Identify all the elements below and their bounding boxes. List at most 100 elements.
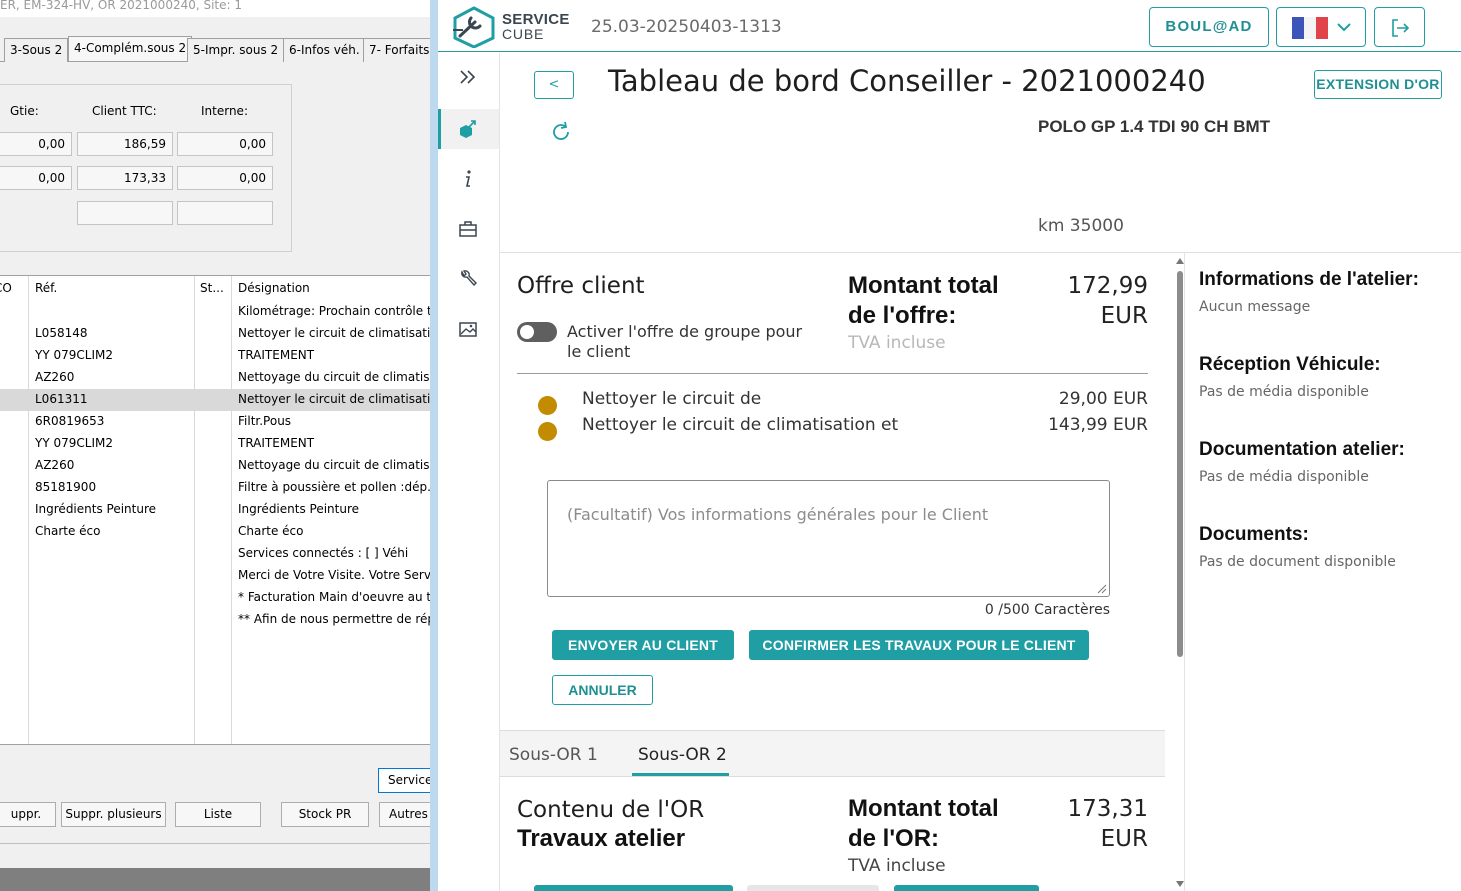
col-header-ref[interactable]: Réf.: [35, 281, 57, 295]
client-ttc-value-1[interactable]: 186,59: [77, 132, 173, 156]
or-total-label: Montant total de l'OR:: [848, 795, 999, 852]
table-row[interactable]: 6R0819653 Filtr.Pous: [0, 411, 430, 433]
vehicle-model: POLO GP 1.4 TDI 90 CH BMT: [1038, 117, 1271, 136]
table-row[interactable]: ** Afin de nous permettre de rép: [0, 609, 430, 631]
interne-value-1[interactable]: 0,00: [177, 132, 273, 156]
cell-ref: AZ260: [35, 370, 75, 384]
table-row-selected[interactable]: L061311 Nettoyer le circuit de climatisa…: [0, 389, 430, 411]
legacy-divider: [0, 843, 430, 844]
info-value-documents: Pas de document disponible: [1199, 554, 1396, 570]
table-row[interactable]: YY 079CLIM2 TRAITEMENT: [0, 345, 430, 367]
cell-designation: Nettoyer le circuit de climatisation: [238, 326, 430, 340]
send-to-client-button[interactable]: ENVOYER AU CLIENT: [552, 630, 734, 660]
sidebar-item-info[interactable]: [438, 159, 499, 199]
sidebar-item-media[interactable]: [438, 309, 499, 349]
resize-handle-icon[interactable]: [1097, 584, 1107, 594]
interne-value-3[interactable]: [177, 201, 273, 225]
table-row[interactable]: L058148 Nettoyer le circuit de climatisa…: [0, 323, 430, 345]
col-header-status[interactable]: St...: [200, 281, 224, 295]
cell-ref: 6R0819653: [35, 414, 105, 428]
or-action-button[interactable]: [534, 885, 733, 891]
table-row[interactable]: AZ260 Nettoyage du circuit de climatisat: [0, 455, 430, 477]
col-header-co[interactable]: CO: [0, 281, 12, 295]
legacy-tab-complem[interactable]: 4-Complém.sous 2: [68, 36, 193, 61]
extension-or-button[interactable]: EXTENSION D'OR: [1314, 70, 1442, 99]
scrollbar-thumb[interactable]: [1177, 271, 1183, 657]
sidebar-item-briefcase[interactable]: [438, 209, 499, 249]
sidebar-item-tools[interactable]: [438, 259, 499, 299]
textarea-placeholder: (Facultatif) Vos informations générales …: [567, 505, 989, 524]
col-header-designation[interactable]: Désignation: [238, 281, 310, 295]
cell-designation: Nettoyage du circuit de climatisat: [238, 370, 430, 384]
liste-button[interactable]: Liste: [175, 802, 261, 827]
info-icon: [466, 170, 471, 187]
app-sidebar: [438, 53, 500, 891]
legacy-tab-impr[interactable]: 5-Impr. sous 2: [187, 38, 285, 62]
table-row[interactable]: AZ260 Nettoyage du circuit de climatisat: [0, 367, 430, 389]
cancel-button[interactable]: ANNULER: [552, 675, 653, 705]
cell-designation: Nettoyer le circuit de climatisation: [238, 392, 430, 406]
gtie-value-2[interactable]: 0,00: [0, 166, 72, 190]
suppr-plusieurs-button[interactable]: Suppr. plusieurs: [61, 802, 166, 827]
offer-line-item[interactable]: Nettoyer le circuit de 29,00 EUR: [538, 389, 1148, 415]
legacy-window: ER, EM-324-HV, OR 2021000240, Site: 1 3-…: [0, 0, 430, 891]
stock-pr-button[interactable]: Stock PR: [281, 802, 369, 827]
table-row[interactable]: Ingrédients Peinture Ingrédients Peintur…: [0, 499, 430, 521]
cell-designation: * Facturation Main d'oeuvre au te: [238, 590, 430, 604]
cell-ref: AZ260: [35, 458, 75, 472]
table-row[interactable]: Services connectés : [ ] Véhi: [0, 543, 430, 565]
offre-total-label: Montant total de l'offre:: [848, 272, 999, 329]
character-counter: 0 /500 Caractères: [984, 602, 1110, 618]
table-row[interactable]: YY 079CLIM2 TRAITEMENT: [0, 433, 430, 455]
main-content: Offre client Montant total de l'offre: T…: [500, 253, 1183, 891]
confirm-work-button[interactable]: CONFIRMER LES TRAVAUX POUR LE CLIENT: [749, 630, 1089, 660]
or-action-button[interactable]: [894, 885, 1039, 891]
table-row[interactable]: 85181900 Filtre à poussière et pollen :d…: [0, 477, 430, 499]
suppr-button[interactable]: uppr.: [0, 802, 56, 827]
legacy-tab-forfaits[interactable]: 7- Forfaits: [363, 38, 430, 62]
cell-ref: L061311: [35, 392, 88, 406]
wrench-icon: [461, 270, 477, 287]
table-row[interactable]: Merci de Votre Visite. Votre Servi: [0, 565, 430, 587]
chevron-down-icon: [1337, 23, 1351, 32]
or-action-button[interactable]: [747, 885, 879, 891]
cell-designation: Merci de Votre Visite. Votre Servi: [238, 568, 430, 582]
back-button[interactable]: <: [534, 71, 574, 99]
tab-sous-or-1[interactable]: Sous-OR 1: [509, 745, 598, 765]
group-offer-toggle[interactable]: [517, 322, 557, 342]
table-row[interactable]: Kilométrage: Prochain contrôle te: [0, 301, 430, 323]
legacy-lines-grid[interactable]: CO Réf. St... Désignation Kilométrage: P…: [0, 275, 430, 745]
boulad-button[interactable]: BOUL@AD: [1149, 7, 1269, 47]
legacy-tab-infos[interactable]: 6-Infos véh.: [283, 38, 366, 62]
cell-ref: Ingrédients Peinture: [35, 502, 157, 516]
info-heading-documentation: Documentation atelier:: [1199, 439, 1405, 460]
table-row[interactable]: Charte éco Charte éco: [0, 521, 430, 543]
cell-designation: Nettoyage du circuit de climatisat: [238, 458, 430, 472]
legacy-title: ER, EM-324-HV, OR 2021000240, Site: 1: [0, 0, 430, 17]
refresh-icon[interactable]: [550, 121, 572, 143]
language-selector[interactable]: [1276, 7, 1366, 47]
interne-value-2[interactable]: 0,00: [177, 166, 273, 190]
autres-button[interactable]: Autres: [379, 802, 430, 827]
tab-sous-or-2[interactable]: Sous-OR 2: [638, 745, 727, 765]
logout-icon: [1392, 19, 1410, 37]
or-tva-note: TVA incluse: [848, 856, 946, 876]
offer-line-item[interactable]: Nettoyer le circuit de climatisation et …: [538, 415, 1148, 441]
info-value-documentation: Pas de média disponible: [1199, 469, 1369, 485]
logout-button[interactable]: [1374, 7, 1425, 47]
gtie-value-1[interactable]: 0,00: [0, 132, 72, 156]
client-message-textarea[interactable]: (Facultatif) Vos informations générales …: [547, 480, 1110, 597]
sub-or-tabs: Sous-OR 1 Sous-OR 2: [500, 730, 1165, 777]
sidebar-toggle[interactable]: [438, 57, 499, 97]
sidebar-item-dashboard[interactable]: [438, 109, 499, 149]
cell-designation: Ingrédients Peinture: [238, 502, 360, 516]
service-button[interactable]: Service: [378, 768, 430, 793]
client-ttc-value-2[interactable]: 173,33: [77, 166, 173, 190]
info-panel: Informations de l'atelier: Aucun message…: [1184, 253, 1461, 891]
legacy-status-bar: [0, 868, 430, 891]
legacy-tab-sous2[interactable]: 3-Sous 2: [4, 38, 69, 62]
legacy-tabs: 3-Sous 2 4-Complém.sous 2 5-Impr. sous 2…: [0, 36, 430, 62]
status-dot-icon: [538, 422, 557, 441]
table-row[interactable]: * Facturation Main d'oeuvre au te: [0, 587, 430, 609]
client-ttc-value-3[interactable]: [77, 201, 173, 225]
